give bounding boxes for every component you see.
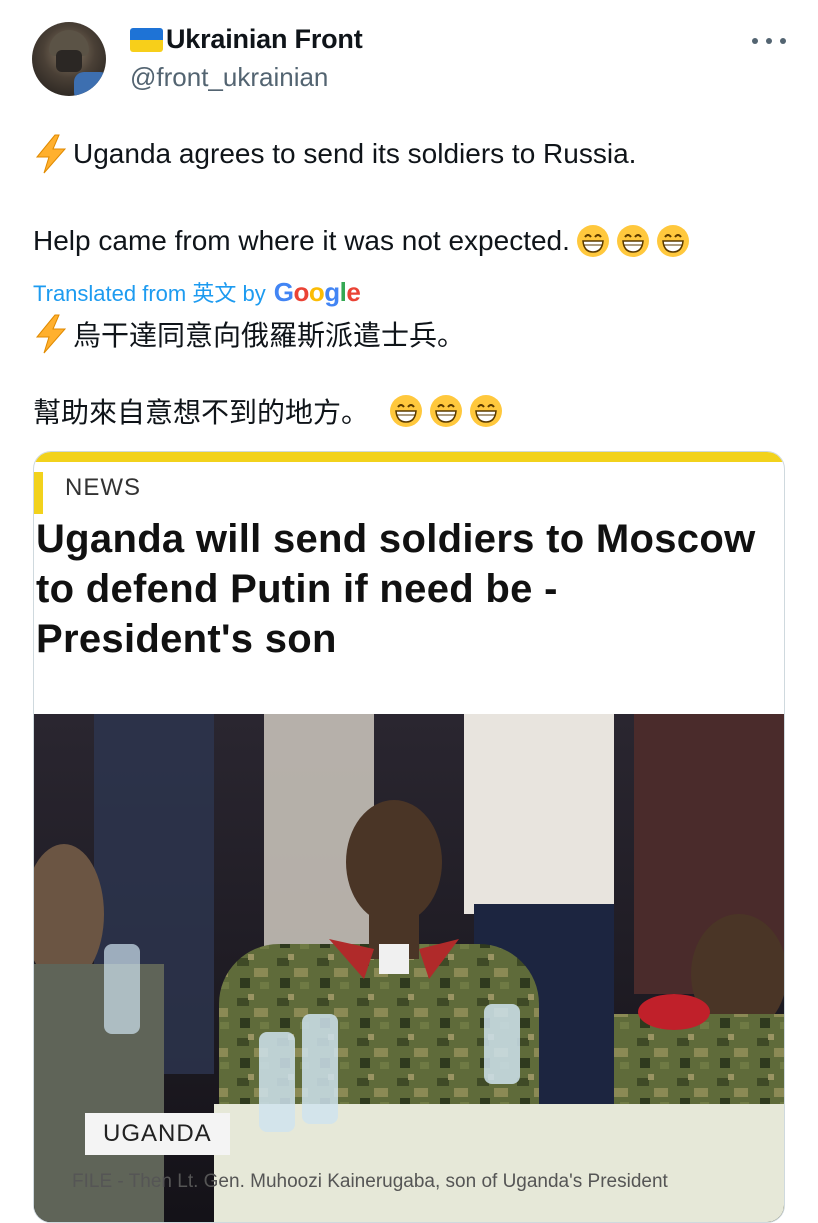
author-avatar[interactable] bbox=[32, 22, 106, 96]
translation-label: Translated from 英文 by bbox=[33, 281, 266, 306]
grinning-face-icon bbox=[576, 225, 609, 257]
grinning-face-icon bbox=[390, 395, 423, 427]
author-name-row[interactable]: Ukrainian Front bbox=[130, 24, 363, 55]
tweet-line-4-text: 幫助來自意想不到的地方。 bbox=[33, 397, 370, 428]
kicker-accent bbox=[34, 472, 43, 514]
grinning-face-icon bbox=[656, 225, 689, 257]
news-kicker: NEWS bbox=[65, 474, 141, 501]
ukraine-flag-icon bbox=[130, 27, 163, 52]
avatar-face bbox=[56, 50, 82, 72]
news-headline[interactable]: Uganda will send soldiers to Moscow to d… bbox=[36, 514, 771, 664]
google-logo: Google bbox=[273, 276, 361, 307]
tweet-line-3-text: 烏干達同意向俄羅斯派遣士兵。 bbox=[73, 320, 466, 351]
translation-notice[interactable]: Translated from 英文 by Google bbox=[33, 276, 361, 308]
author-display-name[interactable]: Ukrainian Front bbox=[166, 24, 363, 55]
tweet-line-4: 幫助來自意想不到的地方。 bbox=[33, 391, 503, 431]
tweet-line-2-text: Help came from where it was not expected… bbox=[33, 225, 570, 256]
photo-tag: UGANDA bbox=[103, 1120, 212, 1147]
grinning-face-icon bbox=[616, 225, 649, 257]
news-card[interactable]: NEWS Uganda will send soldiers to Moscow… bbox=[33, 451, 785, 1223]
author-handle[interactable]: @front_ukrainian bbox=[130, 62, 328, 93]
tweet-line-3: 烏干達同意向俄羅斯派遣士兵。 bbox=[33, 314, 465, 354]
grinning-face-icon bbox=[470, 395, 503, 427]
grinning-face-icon bbox=[430, 395, 463, 427]
lightning-icon bbox=[35, 134, 67, 174]
tweet-line-1: Uganda agrees to send its soldiers to Ru… bbox=[33, 134, 636, 174]
avatar-sleeve bbox=[74, 72, 106, 96]
photo-caption: FILE - Then Lt. Gen. Muhoozi Kainerugaba… bbox=[72, 1171, 668, 1192]
lightning-icon bbox=[35, 314, 67, 354]
tweet-line-2: Help came from where it was not expected… bbox=[33, 224, 690, 258]
card-accent-bar bbox=[34, 452, 784, 462]
tweet-line-1-text: Uganda agrees to send its soldiers to Ru… bbox=[73, 138, 637, 169]
more-options-icon[interactable] bbox=[752, 36, 786, 46]
